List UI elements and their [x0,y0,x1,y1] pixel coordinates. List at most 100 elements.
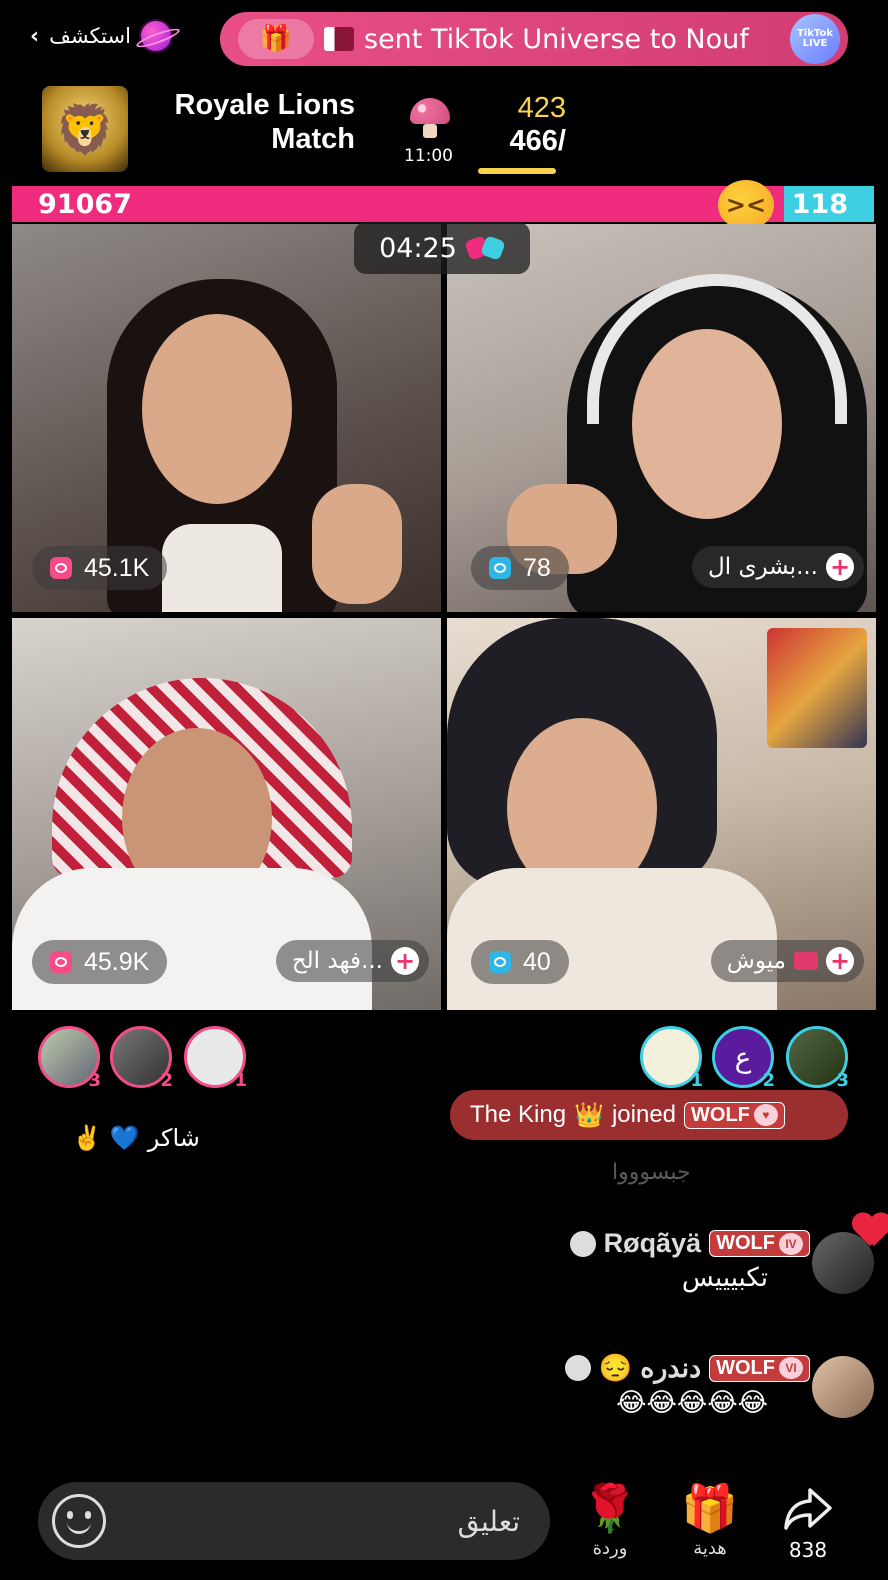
video-cell-3[interactable]: 45.9K فهد الح... + [12,618,441,1010]
explore-button[interactable]: ‹ استكشف [30,18,171,54]
viewers-icon [50,951,72,973]
video-cell-1[interactable]: 45.1K [12,224,441,612]
user-icon [564,1355,591,1381]
gifter-rank: 2 [160,1070,173,1091]
viewer-count-pill-3[interactable]: 45.9K [32,940,168,984]
comment-user: دندره [640,1352,702,1383]
gift-button[interactable]: 🎁 هدية [670,1480,750,1570]
follow-plus-icon[interactable]: + [826,553,854,581]
wolf-badge: WOLF ♥ [684,1101,785,1129]
share-count: 838 [788,1538,828,1562]
chevron-left-icon: ‹ [30,23,40,49]
score-current: 423 [517,92,566,124]
gift-box-icon: 🎁 [238,19,314,59]
gift-icon: 🎁 [681,1481,739,1535]
viewer-count-3: 45.9K [84,947,150,976]
share-arrow-icon [780,1480,836,1536]
battle-timer: 04:25 [354,222,530,274]
faded-comment: جبسوووا [612,1160,691,1185]
rose-button[interactable]: 🌹 وردة [570,1480,650,1570]
wolf-badge: WOLF IV [709,1230,810,1257]
video-cell-2[interactable]: 78 بشرى ال... + [447,224,876,612]
host-name-4: ميوش [726,948,786,974]
gifter-rank: 2 [762,1070,775,1091]
sleepy-face-icon: 😔 [598,1353,633,1383]
lion-trophy-icon: 🦁 [42,86,128,172]
comment-text: تكبيييس [681,1263,768,1293]
commenter-avatar[interactable] [812,1356,874,1418]
user-icon [569,1230,596,1257]
share-button[interactable]: 838 [768,1480,848,1570]
gift-banner-text: sent TikTok Universe to Nouf [364,23,749,55]
gifter-rank: 3 [836,1070,849,1091]
battle-right-score: 118 [784,186,874,222]
follow-plus-icon[interactable]: + [391,947,419,975]
viewer-count-4: 40 [523,947,551,976]
joined-user-name: The King [470,1101,567,1128]
comment-text: 😂😂😂😂😂 [616,1388,768,1418]
heart-icon [852,1214,888,1250]
emoji-icon[interactable] [52,1494,106,1548]
follow-pill-3[interactable]: فهد الح... + [275,940,429,982]
crown-icon: 👑 [574,1101,604,1129]
bottom-bar: تعليق 🌹 وردة 🎁 هدية 838 [0,1470,888,1580]
viewer-count-pill-1[interactable]: 45.1K [32,546,168,590]
heart-level-icon: ♥ [753,1104,778,1126]
top-gifter-left-3[interactable]: 3 [38,1026,101,1091]
user-joined-banner: The King 👑 joined WOLF ♥ [450,1090,848,1140]
video-grid: 45.1K 78 بشرى ال... + 45.9K فهد الح... + [12,224,876,1010]
score-progress-bar [478,168,556,174]
wolf-badge: WOLF VI [709,1354,810,1382]
top-gifter-right-2[interactable]: ع 2 [712,1026,775,1091]
viewers-icon [489,951,511,973]
victory-hand-icon: ✌️ [72,1124,102,1152]
battle-timer-text: 04:25 [379,232,457,264]
heart-badge-icon [794,952,818,970]
video-cell-4[interactable]: 40 ميوش + [447,618,876,1010]
viewer-count-1: 45.1K [84,553,150,582]
tiktok-live-badge: TikTok LIVE [790,14,840,64]
planet-icon [140,21,171,51]
viewer-count-pill-2[interactable]: 78 [471,546,569,590]
top-bar: ‹ استكشف 🎁 sent TikTok Universe to Nouf … [0,0,888,78]
top-gifter-left-2[interactable]: 2 [110,1026,173,1091]
follow-pill-2[interactable]: بشرى ال... + [692,546,864,588]
top-gifter-right-3[interactable]: 3 [786,1026,849,1091]
explore-label: استكشف [49,24,131,48]
joined-text: joined [611,1101,677,1128]
gifter-letter: ع [734,1040,752,1074]
gifter-rank: 1 [690,1070,703,1091]
blue-heart-icon: 💙 [109,1124,140,1152]
match-score: 423 466/ [476,92,566,174]
host-name-3: فهد الح... [291,948,383,974]
boxing-gloves-icon [467,236,505,260]
gift-label: هدية [693,1538,727,1559]
top-gifter-left-1[interactable]: 1 [184,1026,247,1091]
comment-placeholder: تعليق [457,1504,520,1538]
viewer-count-2: 78 [523,553,551,582]
viewer-count-pill-4[interactable]: 40 [471,940,569,984]
qatar-flag-icon [324,27,354,51]
follow-plus-icon[interactable]: + [826,947,854,975]
battle-left-score: 91067 [12,186,784,222]
comment-user: Røqãyä [603,1228,702,1258]
match-header: 🦁 Royale Lions Match 11:00 423 466/ [0,80,888,176]
gifter-rank: 1 [234,1070,247,1091]
rose-label: وردة [592,1538,628,1559]
rose-icon: 🌹 [581,1481,639,1535]
comment-input[interactable]: تعليق [38,1482,550,1560]
mushroom-gift-icon[interactable] [405,98,455,148]
chat-comment-1[interactable]: Røqãyä WOLF IV تكبيييس [569,1228,874,1294]
follow-pill-4[interactable]: ميوش + [710,940,864,982]
chat-comment-2[interactable]: 😔 دندره WOLF VI 😂😂😂😂😂 [564,1352,874,1418]
host-caption-text: شاكر [147,1124,200,1152]
score-target: 466/ [509,125,566,157]
gift-banner[interactable]: 🎁 sent TikTok Universe to Nouf TikTok LI… [220,12,848,66]
match-title: Royale Lions Match [174,89,356,155]
mushroom-timer: 11:00 [404,146,453,166]
squint-face-emoji-icon: >< [718,180,774,230]
top-gifter-right-1[interactable]: 1 [640,1026,703,1091]
gifter-rank: 3 [88,1070,101,1091]
viewers-icon [489,557,511,579]
host-caption: ✌️ 💙 شاكر [72,1124,200,1152]
